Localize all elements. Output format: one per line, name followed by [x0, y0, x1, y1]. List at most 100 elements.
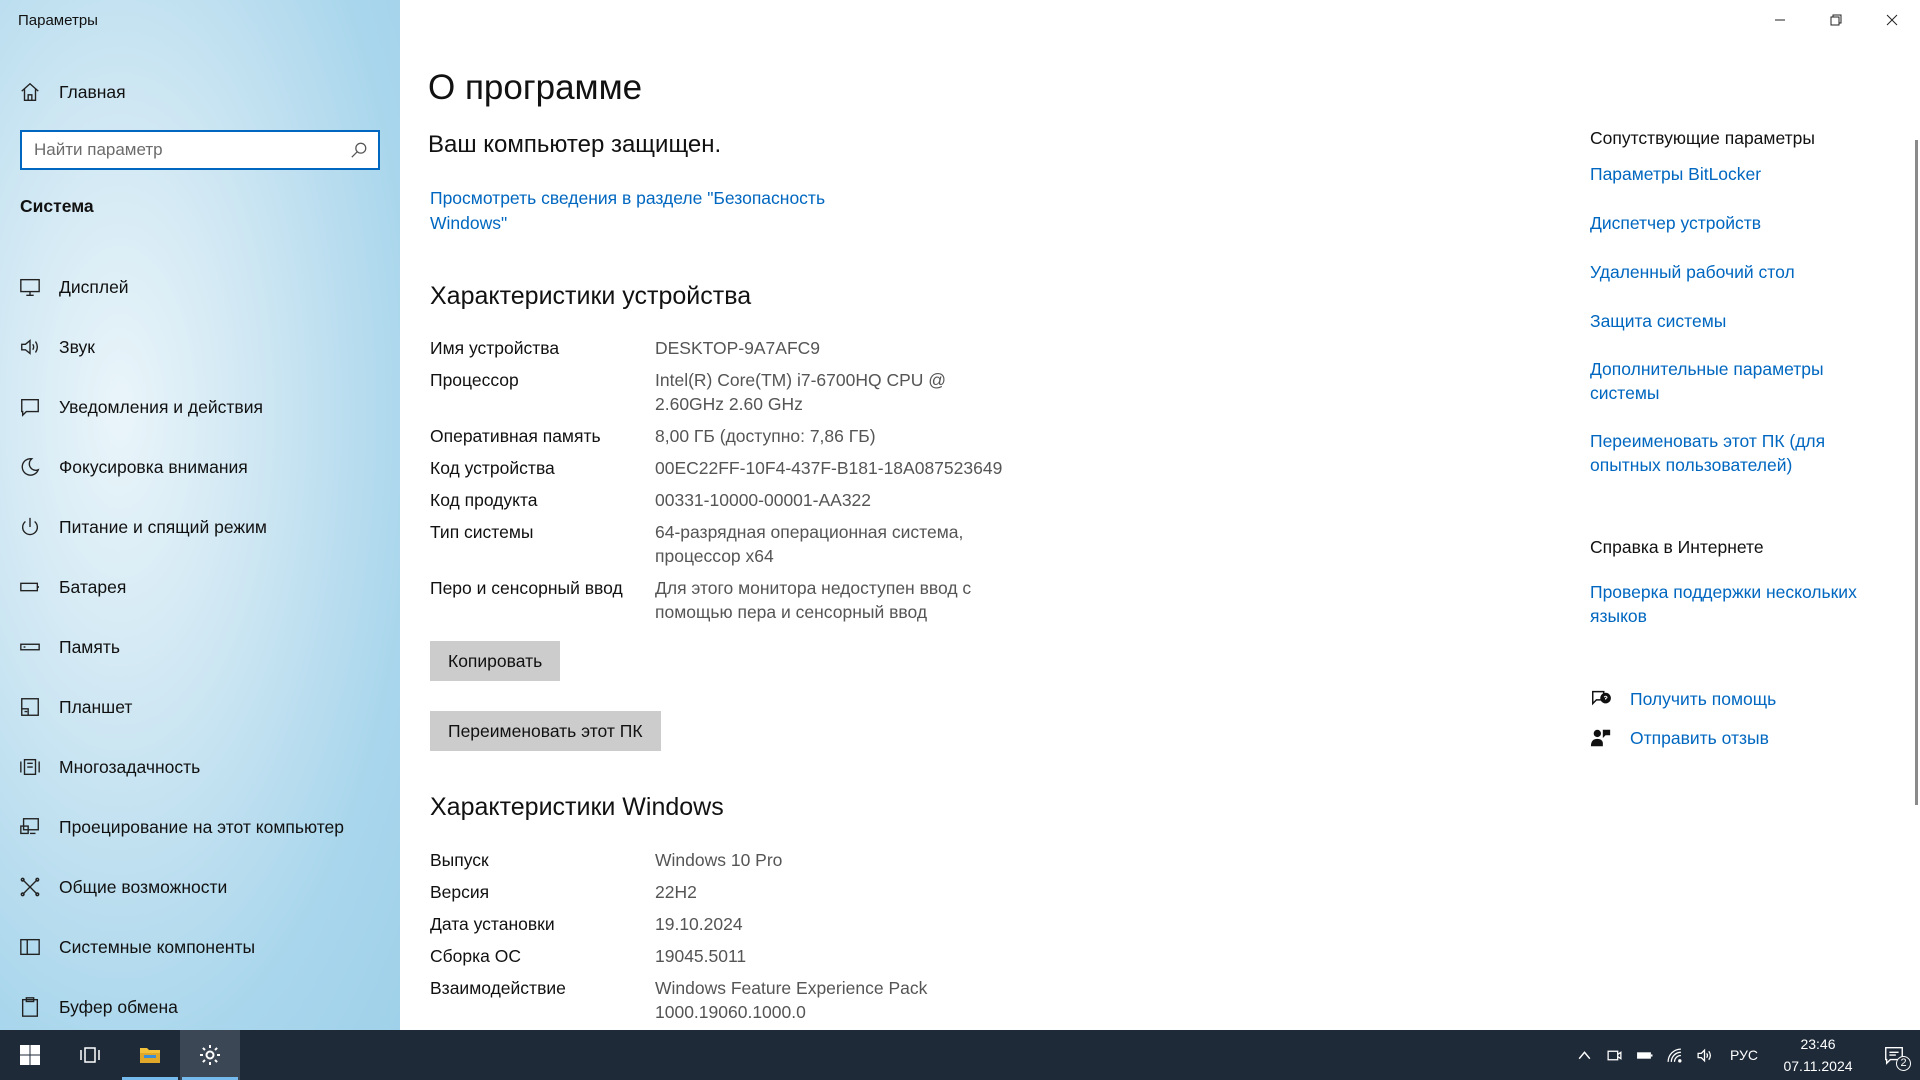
restore-icon: [1830, 14, 1842, 26]
sidebar-item-label: Дисплей: [59, 276, 129, 297]
nav-list: Дисплей Звук Уведомления и действия Фоку…: [0, 257, 400, 1030]
scrollbar[interactable]: [1915, 140, 1918, 805]
speaker-icon: [18, 335, 42, 359]
sidebar-item-home[interactable]: Главная: [0, 70, 400, 114]
battery-tray-icon: [1637, 1051, 1653, 1059]
feedback-link[interactable]: Отправить отзыв: [1630, 728, 1769, 749]
get-help-link[interactable]: Получить помощь: [1630, 689, 1776, 710]
gear-icon: [200, 1045, 220, 1065]
input-language[interactable]: РУС: [1720, 1047, 1768, 1063]
components-icon: [18, 935, 42, 959]
action-center-button[interactable]: 2: [1868, 1030, 1920, 1080]
power-icon: [18, 515, 42, 539]
spec-value: 19.10.2024: [655, 914, 743, 934]
spec-label: Дата установки: [430, 914, 555, 934]
spec-value: Для этого монитора недоступен ввод с пом…: [655, 578, 972, 622]
sidebar-item-label: Батарея: [59, 576, 127, 597]
sidebar-item-system-components[interactable]: Системные компоненты: [0, 917, 400, 977]
device-manager-link[interactable]: Диспетчер устройств: [1590, 211, 1880, 235]
windows-specs-heading: Характеристики Windows: [430, 793, 724, 821]
volume-button[interactable]: [1690, 1030, 1720, 1080]
close-button[interactable]: [1864, 0, 1920, 40]
protection-status: Ваш компьютер защищен.: [428, 131, 722, 158]
language-support-link[interactable]: Проверка поддержки нескольких языков: [1590, 580, 1880, 628]
chevron-up-icon: [1579, 1050, 1591, 1059]
sidebar-item-label: Звук: [59, 336, 95, 357]
spec-label: Сборка ОС: [430, 946, 522, 966]
battery-tray-button[interactable]: [1630, 1030, 1660, 1080]
spec-value: Intel(R) Core(TM) i7-6700HQ CPU @ 2.60GH…: [655, 370, 947, 414]
clock-time: 23:46: [1800, 1036, 1836, 1052]
sidebar-item-notifications[interactable]: Уведомления и действия: [0, 377, 400, 437]
sidebar-item-projecting[interactable]: Проецирование на этот компьютер: [0, 797, 400, 857]
camera-icon: [1607, 1050, 1622, 1060]
get-help-row[interactable]: Получить помощь: [1590, 688, 1776, 710]
search-icon[interactable]: [350, 141, 368, 159]
display-icon: [18, 275, 42, 299]
home-label: Главная: [59, 81, 126, 102]
sidebar-item-shared-experiences[interactable]: Общие возможности: [0, 857, 400, 917]
feedback-row[interactable]: Отправить отзыв: [1590, 727, 1769, 749]
security-details-link[interactable]: Просмотреть сведения в разделе "Безопасн…: [430, 186, 880, 236]
start-button[interactable]: [0, 1030, 60, 1080]
copy-button[interactable]: Копировать: [430, 641, 561, 681]
remote-desktop-link[interactable]: Удаленный рабочий стол: [1590, 260, 1880, 284]
sidebar-item-clipboard[interactable]: Буфер обмена: [0, 977, 400, 1030]
sidebar-item-label: Системные компоненты: [59, 936, 256, 957]
shared-experiences-icon: [18, 875, 42, 899]
spec-row: Процессор Intel(R) Core(TM) i7-6700HQ CP…: [430, 368, 1050, 416]
advanced-system-settings-link[interactable]: Дополнительные параметры системы: [1590, 357, 1880, 405]
sidebar-item-multitasking[interactable]: Многозадачность: [0, 737, 400, 797]
sidebar-item-focus-assist[interactable]: Фокусировка внимания: [0, 437, 400, 497]
search-input[interactable]: [34, 140, 334, 160]
web-help-heading: Справка в Интернете: [1590, 537, 1764, 557]
volume-icon: [1697, 1048, 1712, 1062]
spec-row: Оперативная память 8,00 ГБ (доступно: 7,…: [430, 424, 1050, 448]
sidebar-item-display[interactable]: Дисплей: [0, 257, 400, 317]
spec-label: Перо и сенсорный ввод: [430, 578, 623, 598]
file-explorer-button[interactable]: [120, 1030, 180, 1080]
spec-label: Версия: [430, 882, 490, 902]
battery-icon: [18, 575, 42, 599]
clock-date: 07.11.2024: [1783, 1058, 1853, 1074]
clock[interactable]: 23:46 07.11.2024: [1768, 1033, 1868, 1077]
wifi-icon: [1667, 1047, 1682, 1063]
settings-taskbar-button[interactable]: [180, 1030, 240, 1080]
sidebar-item-sound[interactable]: Звук: [0, 317, 400, 377]
sidebar-item-storage[interactable]: Память: [0, 617, 400, 677]
system-tray: РУС 23:46 07.11.2024 2: [1570, 1030, 1920, 1080]
app-title: Параметры: [18, 12, 98, 29]
sidebar-item-battery[interactable]: Батарея: [0, 557, 400, 617]
network-button[interactable]: [1660, 1030, 1690, 1080]
related-settings-heading: Сопутствующие параметры: [1590, 128, 1815, 148]
show-hidden-icons-button[interactable]: [1570, 1030, 1600, 1080]
minimize-button[interactable]: [1752, 0, 1808, 40]
rename-pc-button[interactable]: Переименовать этот ПК: [430, 711, 661, 751]
sidebar-item-label: Общие возможности: [59, 876, 228, 897]
spec-value: 64-разрядная операционная система, проце…: [655, 522, 964, 566]
restore-button[interactable]: [1808, 0, 1864, 40]
spec-label: Код устройства: [430, 458, 555, 478]
folder-icon: [140, 1048, 160, 1063]
search-box[interactable]: [20, 130, 380, 170]
page-title: О программе: [428, 68, 643, 107]
spec-value: 19045.5011: [655, 946, 747, 966]
sidebar-item-power[interactable]: Питание и спящий режим: [0, 497, 400, 557]
sidebar-item-tablet[interactable]: Планшет: [0, 677, 400, 737]
task-view-button[interactable]: [60, 1030, 120, 1080]
sidebar-item-label: Уведомления и действия: [59, 396, 263, 417]
sidebar-item-label: Питание и спящий режим: [59, 516, 267, 537]
sidebar-item-label: Память: [59, 636, 120, 657]
sidebar-item-label: Планшет: [59, 696, 133, 717]
bitlocker-link[interactable]: Параметры BitLocker: [1590, 162, 1880, 186]
system-protection-link[interactable]: Защита системы: [1590, 309, 1880, 333]
task-view-icon: [80, 1047, 100, 1063]
spec-value: Windows Feature Experience Pack 1000.190…: [655, 978, 928, 1022]
spec-row: Взаимодействие Windows Feature Experienc…: [430, 976, 1050, 1024]
spec-row: Версия 22H2: [430, 880, 1050, 904]
windows-specs-table: Выпуск Windows 10 Pro Версия 22H2 Дата у…: [430, 848, 1050, 1032]
storage-icon: [18, 635, 42, 659]
spec-row: Тип системы 64-разрядная операционная си…: [430, 520, 1050, 568]
rename-pc-advanced-link[interactable]: Переименовать этот ПК (для опытных польз…: [1590, 429, 1880, 477]
meet-now-button[interactable]: [1600, 1030, 1630, 1080]
